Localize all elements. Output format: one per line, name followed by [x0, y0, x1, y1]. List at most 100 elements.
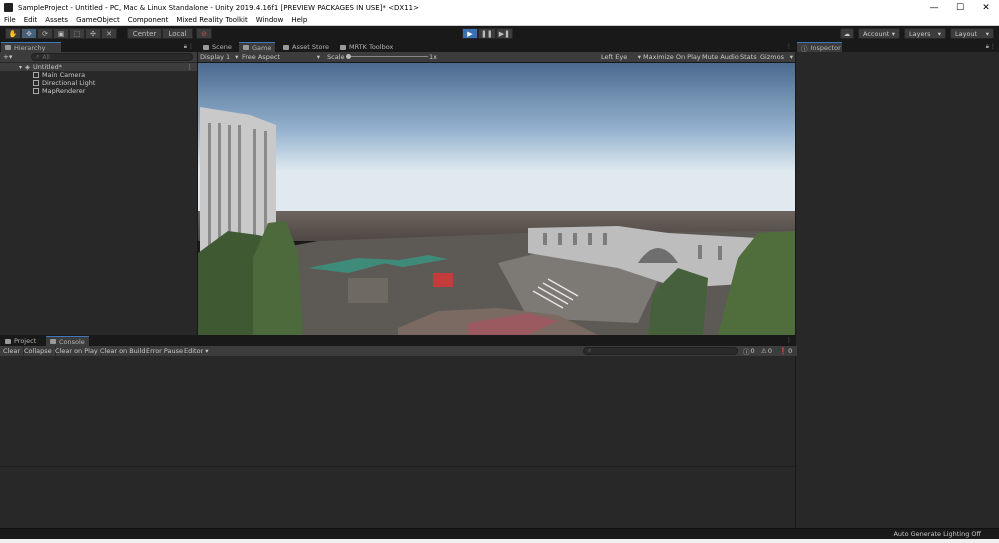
display-dropdown[interactable]: Display 1 ▾	[200, 52, 240, 62]
menu-help[interactable]: Help	[287, 16, 311, 24]
console-splitter[interactable]	[0, 466, 797, 467]
bottom-tabbar: Project Console ⋮	[0, 336, 795, 346]
custom-tool-icon[interactable]: ✕	[101, 28, 117, 39]
error-count-toggle[interactable]: ❗ 0	[779, 346, 792, 356]
pause-button[interactable]: ❚❚	[478, 28, 496, 39]
playmode-controls: ▶ ❚❚ ▶❚	[462, 28, 513, 39]
panel-menu-icon[interactable]: ⋮	[188, 43, 194, 50]
layout-label: Layout	[955, 29, 978, 38]
tab-asset-store[interactable]: Asset Store	[279, 42, 333, 52]
menu-gameobject[interactable]: GameObject	[72, 16, 124, 24]
tab-scene[interactable]: Scene	[199, 42, 236, 52]
gizmos-dropdown[interactable]: Gizmos ▾	[760, 52, 794, 62]
chevron-down-icon: ▾	[316, 53, 320, 61]
error-count: 0	[788, 347, 793, 355]
hierarchy-item-label: Main Camera	[42, 71, 86, 79]
scale-value: 1x	[429, 53, 437, 61]
scale-slider-track[interactable]	[348, 56, 428, 57]
lock-icon[interactable]: 🔒︎	[986, 43, 989, 51]
warning-count-toggle[interactable]: ⚠ 0	[761, 346, 772, 356]
console-toolbar: Clear Collapse Clear on Play Clear on Bu…	[0, 346, 797, 356]
hierarchy-item-label: Directional Light	[42, 79, 96, 87]
hierarchy-search-input[interactable]: ⌕ All	[31, 53, 193, 61]
search-placeholder: All	[42, 53, 50, 61]
clear-on-play-button[interactable]: Clear on Play	[52, 346, 102, 356]
move-tool-icon[interactable]: ✥	[21, 28, 37, 39]
close-button[interactable]: ✕	[973, 0, 999, 15]
hierarchy-toolbar: +▾ ⌕ All	[0, 52, 197, 62]
tab-label: MRTK Toolbox	[349, 43, 394, 51]
inspector-tab-label: Inspector	[810, 43, 841, 52]
city-block	[348, 278, 388, 303]
maximize-on-play-toggle[interactable]: Maximize On Play	[643, 52, 701, 62]
scene-row[interactable]: ▾ ◈ Untitled* ⋮	[0, 63, 197, 71]
inspector-panel: ⓘ Inspector 🔒︎ ⋮	[796, 42, 999, 528]
folder-icon	[5, 338, 11, 344]
info-icon: ⓘ	[801, 44, 808, 53]
rect-tool-icon[interactable]: ⬚	[69, 28, 85, 39]
cloud-icon[interactable]: ☁	[840, 28, 854, 39]
console-search-input[interactable]: ⌕	[583, 347, 738, 355]
stats-toggle[interactable]: Stats	[740, 52, 757, 62]
menu-edit[interactable]: Edit	[20, 16, 42, 24]
play-button[interactable]: ▶	[462, 28, 478, 39]
account-label: Account	[863, 29, 890, 38]
warning-icon: ⚠	[761, 347, 767, 355]
add-button[interactable]: +▾	[3, 53, 17, 61]
account-dropdown[interactable]: Account ▾	[858, 28, 900, 39]
eye-dropdown[interactable]: Left Eye ▾	[601, 52, 641, 62]
tab-mrtk-toolbox[interactable]: MRTK Toolbox	[336, 42, 397, 52]
tab-project[interactable]: Project	[1, 336, 40, 346]
scale-slider-handle[interactable]	[346, 54, 351, 59]
hierarchy-item-maprenderer[interactable]: MapRenderer	[0, 87, 197, 95]
scene-menu-icon[interactable]: ⋮	[187, 63, 194, 71]
tab-game[interactable]: Game	[239, 42, 276, 52]
menu-file[interactable]: File	[0, 16, 20, 24]
game-panel-header: Scene Game Asset Store MRTK Toolbox ⋮ Di…	[198, 42, 795, 63]
step-button[interactable]: ▶❚	[495, 28, 513, 39]
panel-menu-icon[interactable]: ⋮	[786, 43, 792, 50]
mrtk-icon	[340, 44, 346, 50]
search-icon: ⌕	[36, 53, 40, 60]
menu-mixed-reality-toolkit[interactable]: Mixed Reality Toolkit	[172, 16, 251, 24]
expand-arrow-icon[interactable]: ▾	[19, 64, 22, 71]
menu-component[interactable]: Component	[124, 16, 173, 24]
hand-tool-icon[interactable]: ✋	[5, 28, 21, 39]
hierarchy-item-main-camera[interactable]: Main Camera	[0, 71, 197, 79]
tab-inspector[interactable]: ⓘ Inspector	[797, 42, 842, 53]
chevron-down-icon: ▾	[891, 29, 895, 38]
panel-menu-icon[interactable]: ⋮	[786, 337, 792, 344]
maximize-button[interactable]: ☐	[947, 0, 973, 15]
collab-icon[interactable]: ⊘	[196, 28, 212, 39]
layers-dropdown[interactable]: Layers ▾	[904, 28, 946, 39]
game-viewport[interactable]	[198, 63, 795, 335]
transform-tool-icon[interactable]: ✣	[85, 28, 101, 39]
panel-menu-icon[interactable]: ⋮	[990, 43, 996, 50]
log-count: 0	[750, 347, 755, 355]
scale-label: Scale	[327, 53, 345, 61]
aspect-dropdown[interactable]: Free Aspect ▾	[242, 52, 322, 62]
collapse-button[interactable]: Collapse	[21, 346, 56, 356]
gameobject-icon	[33, 88, 39, 94]
editor-dropdown[interactable]: Editor ▾	[181, 346, 212, 356]
scale-tool-icon[interactable]: ▣	[53, 28, 69, 39]
log-count-toggle[interactable]: ⓘ 0	[743, 346, 755, 356]
gameobject-icon	[33, 72, 39, 78]
hierarchy-item-directional-light[interactable]: Directional Light	[0, 79, 197, 87]
minimize-button[interactable]: —	[921, 0, 947, 15]
game-toolbar: Display 1 ▾ Free Aspect ▾ Scale 1x Left Ey…	[198, 52, 795, 62]
tab-console[interactable]: Console	[46, 336, 89, 346]
tab-hierarchy[interactable]: Hierarchy	[1, 42, 61, 52]
lock-icon[interactable]: 🔒︎	[184, 43, 187, 51]
pivot-center-button[interactable]: Center	[127, 28, 162, 39]
clear-on-build-button[interactable]: Clear on Build	[97, 346, 150, 356]
pivot-local-button[interactable]: Local	[162, 28, 193, 39]
mute-audio-toggle[interactable]: Mute Audio	[702, 52, 739, 62]
rotate-tool-icon[interactable]: ⟳	[37, 28, 53, 39]
center-tabbar: Scene Game Asset Store MRTK Toolbox ⋮	[198, 42, 795, 52]
menu-assets[interactable]: Assets	[41, 16, 72, 24]
layout-dropdown[interactable]: Layout ▾	[950, 28, 994, 39]
menu-window[interactable]: Window	[252, 16, 288, 24]
aspect-label: Free Aspect	[242, 53, 280, 61]
hierarchy-icon	[5, 45, 11, 50]
